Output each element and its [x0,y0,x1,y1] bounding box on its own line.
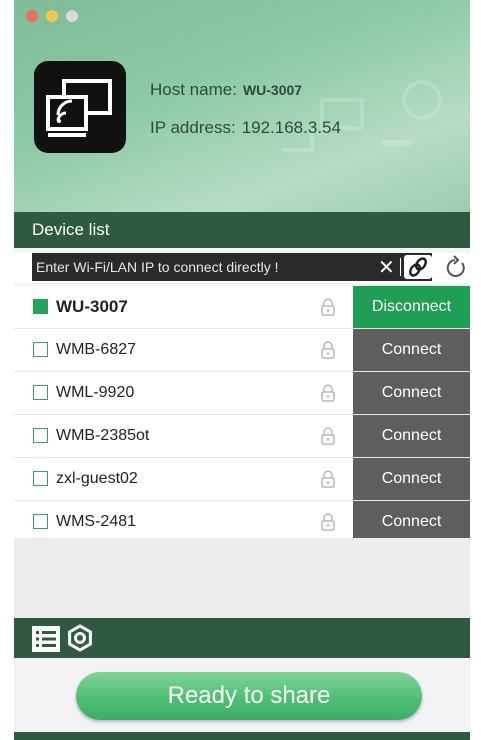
divider [400,258,401,276]
device-checkbox[interactable] [33,428,48,443]
device-row[interactable]: zxl-guest02 Connect [14,458,470,501]
list-empty-area [14,538,470,618]
device-name: WMS-2481 [56,513,137,530]
lock-icon [321,384,335,402]
host-name-value: WU-3007 [242,82,303,98]
bottom-strip [14,732,470,740]
device-checkbox[interactable] [33,471,48,486]
ip-input-field[interactable]: Enter Wi-Fi/LAN IP to connect directly !… [32,253,432,281]
ip-address-label: IP address: [150,118,236,137]
device-list: WU-3007 Disconnect WMB-6827 Connect WML-… [14,286,470,544]
device-row[interactable]: WU-3007 Disconnect [14,286,470,329]
footer: Ready to share [14,658,470,740]
device-checkbox[interactable] [33,385,48,400]
link-icon[interactable] [404,255,432,279]
host-name-row: Host name: WU-3007 [150,80,302,100]
connect-button[interactable]: Connect [353,458,470,500]
connect-button[interactable]: Connect [353,501,470,543]
host-name-label: Host name: [150,80,237,99]
device-name: WMB-2385ot [56,427,150,444]
device-row[interactable]: WMB-2385ot Connect [14,415,470,458]
device-name: WU-3007 [56,297,128,316]
connect-button[interactable]: Connect [353,329,470,371]
direct-connect-bar: Enter Wi-Fi/LAN IP to connect directly !… [14,253,470,283]
device-checkbox[interactable] [33,514,48,529]
gear-icon[interactable] [66,624,94,652]
close-window-button[interactable] [26,10,38,22]
lock-icon [321,470,335,488]
ip-address-value: 192.168.3.54 [241,118,341,137]
zoom-window-button[interactable] [66,10,78,22]
connect-button[interactable]: Connect [353,415,470,457]
device-row[interactable]: WML-9920 Connect [14,372,470,415]
ip-address-row: IP address: 192.168.3.54 [150,118,341,138]
lock-icon [321,427,335,445]
connect-button[interactable]: Connect [353,372,470,414]
list-icon[interactable] [32,626,60,652]
device-list-header: Device list [14,212,470,248]
device-list-title: Device list [32,220,110,239]
refresh-icon[interactable] [442,255,468,281]
device-name: WMB-6827 [56,341,137,358]
app-window: Host name: WU-3007 IP address: 192.168.3.5… [14,0,470,740]
lock-icon [321,513,335,531]
device-row[interactable]: WMB-6827 Connect [14,329,470,372]
device-checkbox[interactable] [33,299,48,314]
minimize-window-button[interactable] [46,10,58,22]
screen-mirror-icon [34,61,126,153]
ip-input-placeholder: Enter Wi-Fi/LAN IP to connect directly ! [36,259,279,275]
device-checkbox[interactable] [33,342,48,357]
device-name: zxl-guest02 [56,470,138,487]
bottom-tab-bar [14,618,470,658]
lock-icon [321,298,335,316]
device-name: WML-9920 [56,384,135,401]
clear-icon[interactable]: ✕ [378,255,395,280]
ready-to-share-button[interactable]: Ready to share [76,672,422,720]
disconnect-button[interactable]: Disconnect [353,286,470,328]
lock-icon [321,341,335,359]
host-header: Host name: WU-3007 IP address: 192.168.3.5… [14,0,470,212]
